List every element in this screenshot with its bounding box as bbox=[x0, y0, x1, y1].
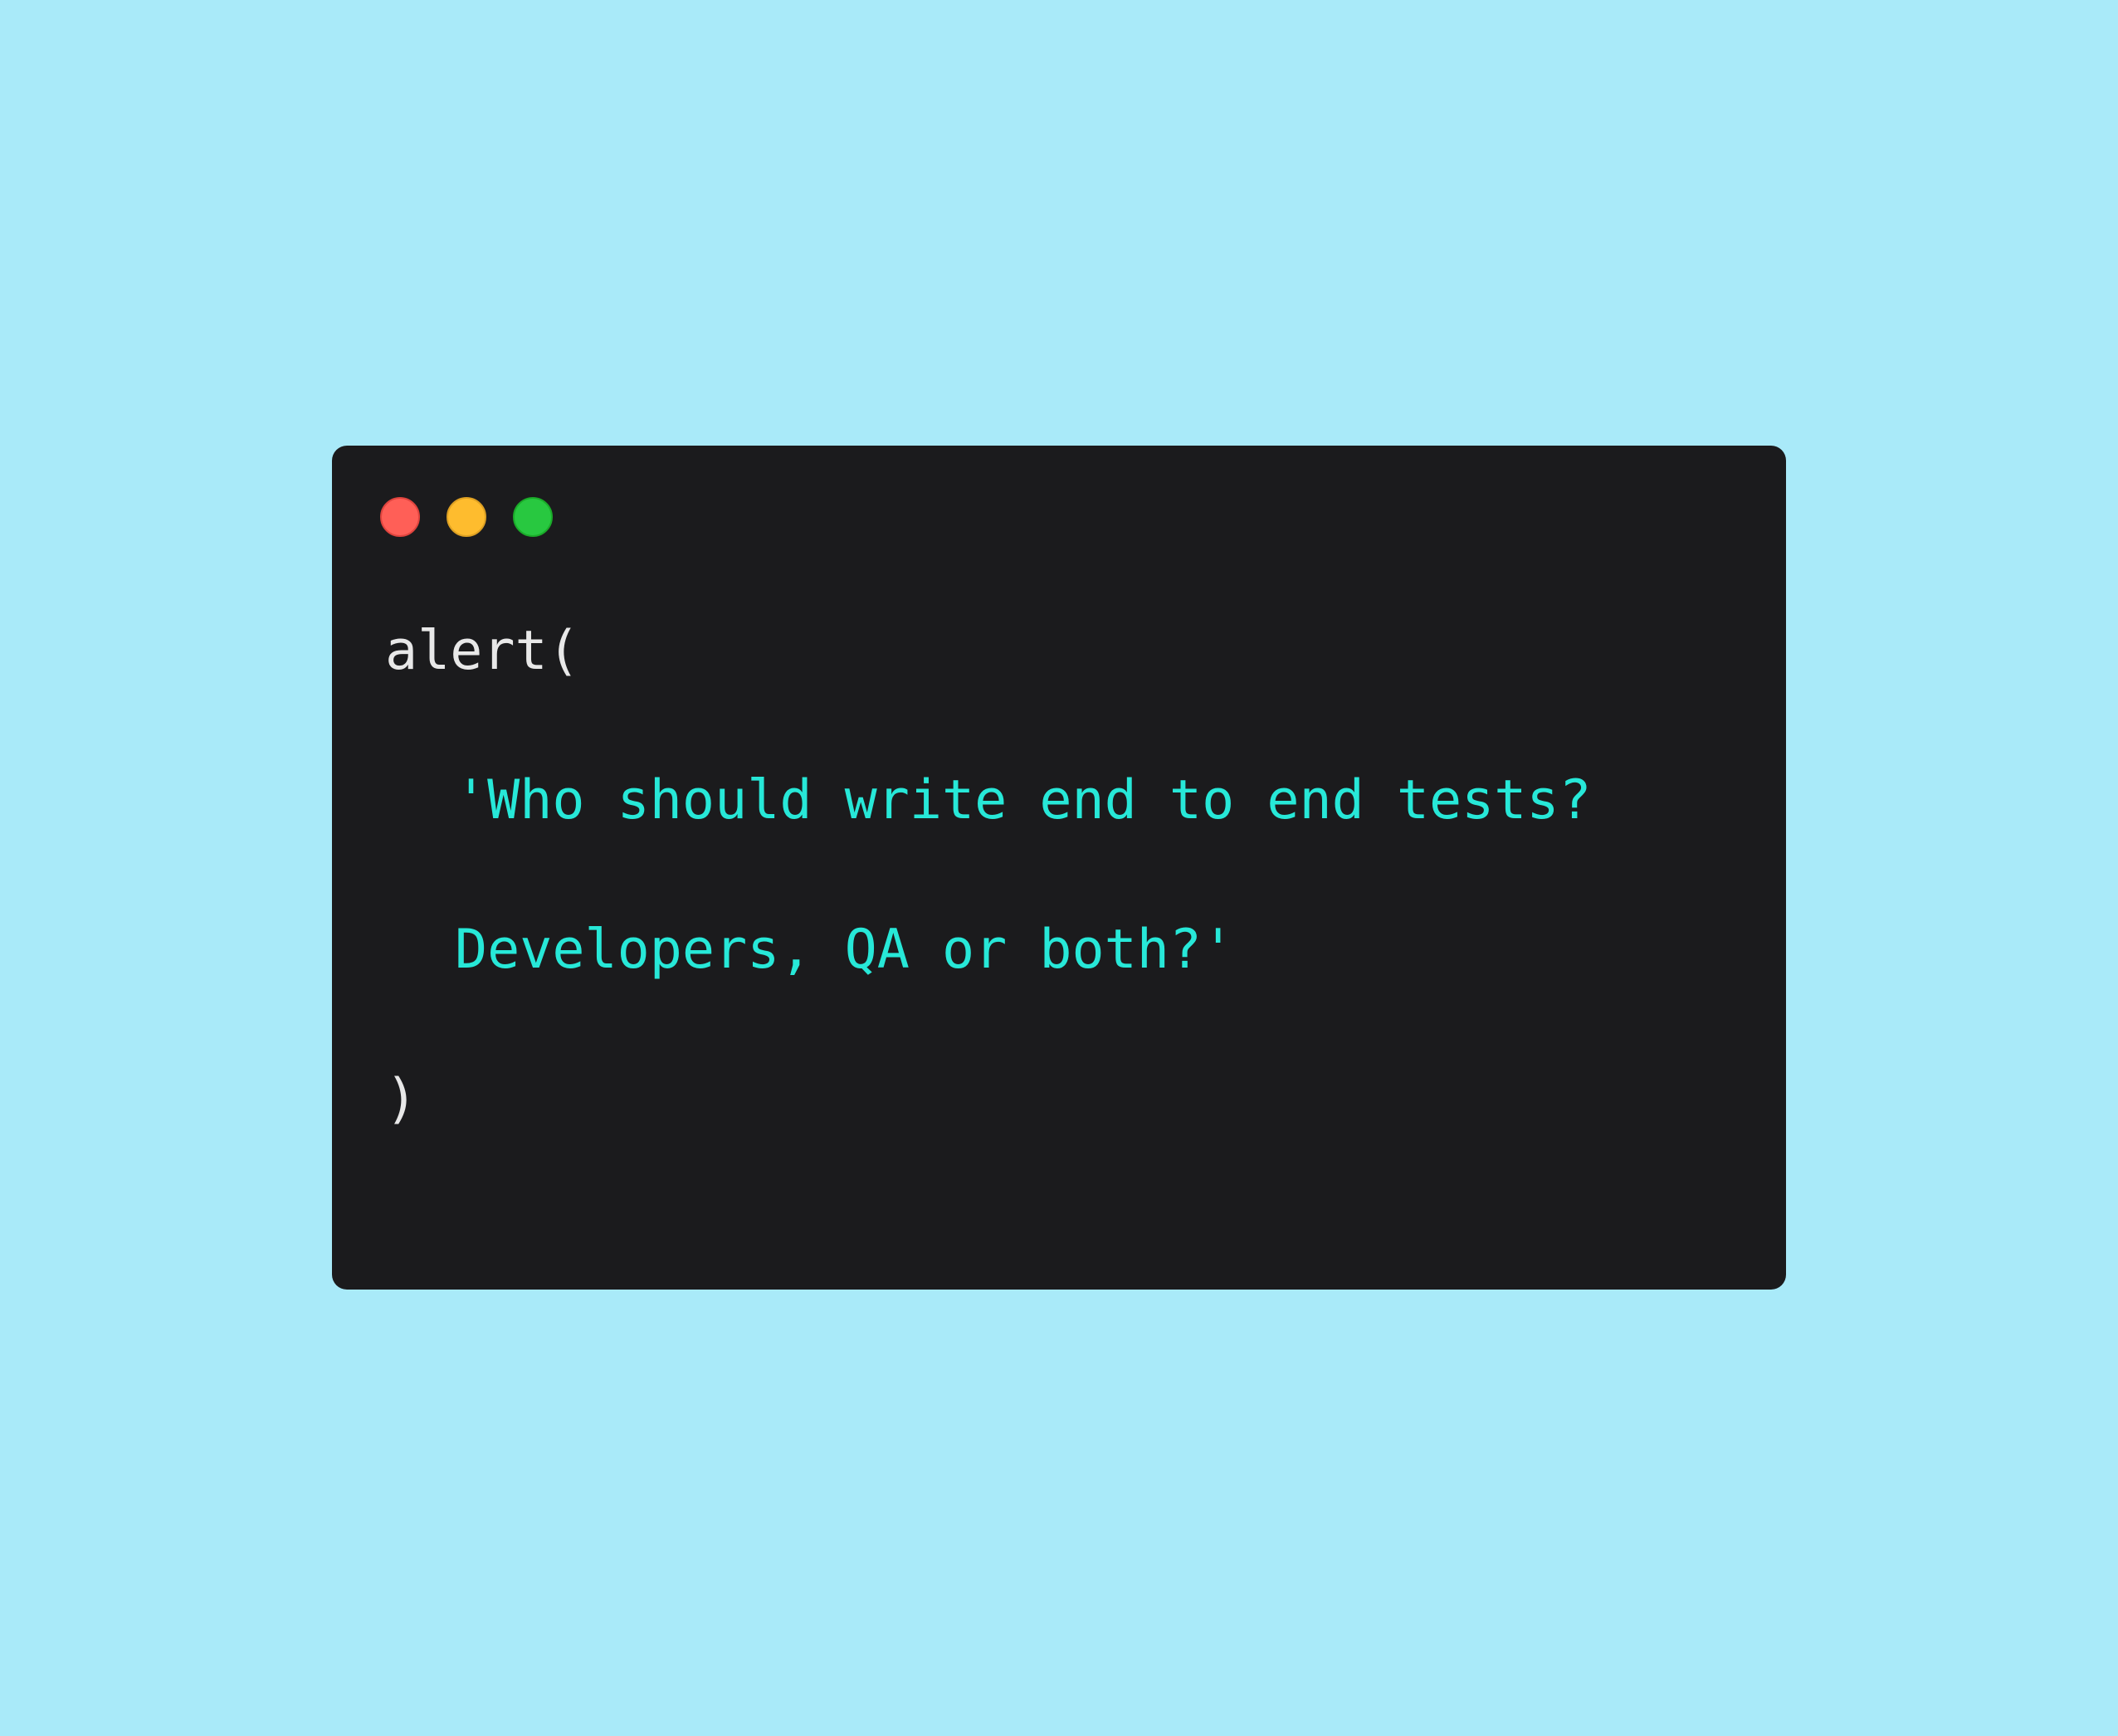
window-controls bbox=[380, 497, 553, 537]
code-line-4: ) bbox=[385, 1068, 418, 1130]
close-window-button[interactable] bbox=[380, 497, 420, 537]
maximize-window-button[interactable] bbox=[513, 497, 553, 537]
code-line-1: alert( bbox=[385, 620, 580, 682]
code-block: alert( 'Who should write end to end test… bbox=[385, 620, 1592, 1548]
minimize-window-button[interactable] bbox=[447, 497, 486, 537]
code-window: alert( 'Who should write end to end test… bbox=[332, 446, 1786, 1290]
code-line-2: 'Who should write end to end tests? bbox=[455, 769, 1592, 831]
code-line-3: Developers, QA or both?' bbox=[455, 919, 1235, 981]
